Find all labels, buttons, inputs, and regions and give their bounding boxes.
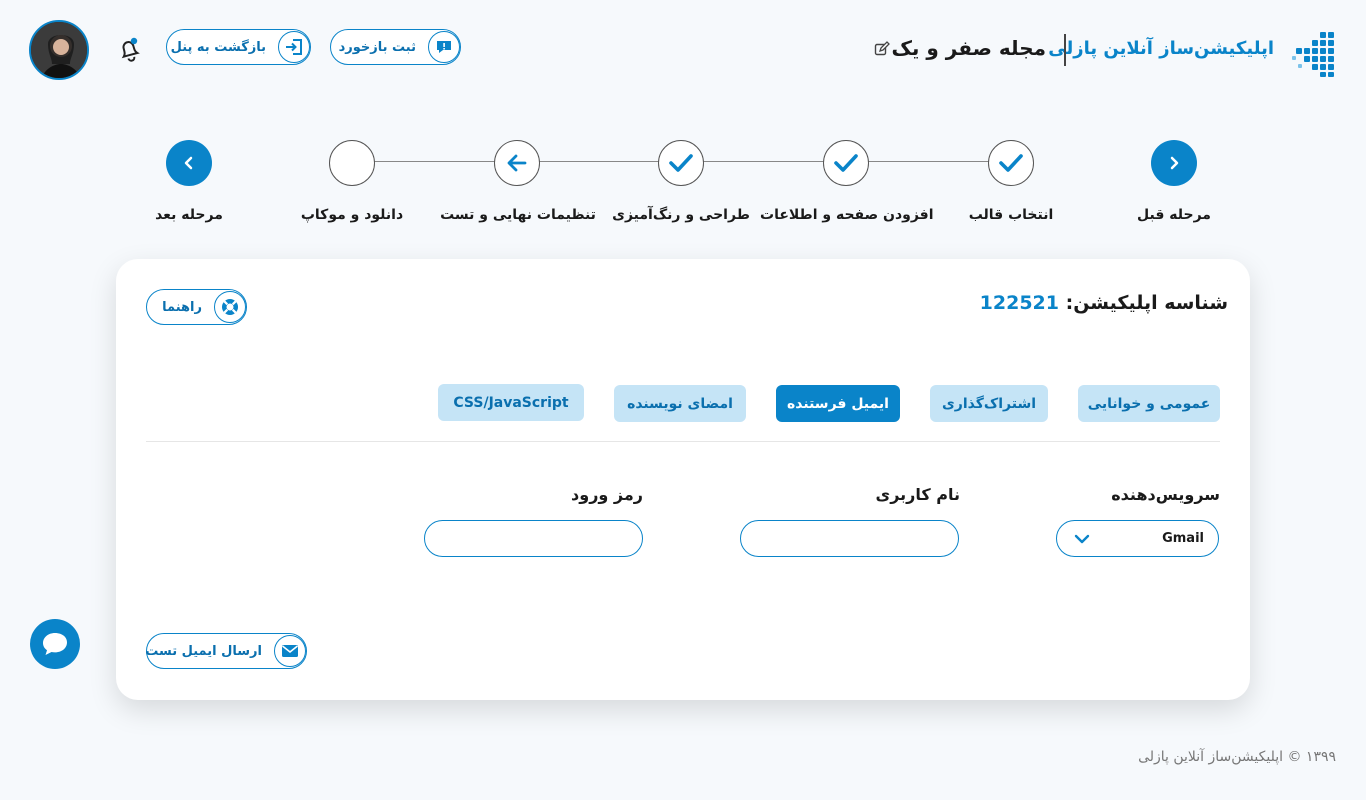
header-divider bbox=[1064, 34, 1066, 66]
chevron-down-icon bbox=[1074, 534, 1090, 543]
next-step-label[interactable]: مرحله بعد bbox=[150, 207, 228, 223]
footer-copyright: ۱۳۹۹ © اپلیکیشن‌ساز آنلاین پازلی bbox=[1138, 749, 1336, 765]
mail-icon bbox=[274, 635, 306, 667]
edit-icon[interactable] bbox=[874, 41, 890, 57]
help-button[interactable]: راهنما bbox=[146, 289, 247, 325]
exit-icon bbox=[278, 31, 310, 63]
avatar[interactable] bbox=[29, 20, 89, 80]
app-id-label: شناسه اپلیکیشن: bbox=[1065, 292, 1228, 314]
step-label-settings: تنظیمات نهایی و تست bbox=[440, 207, 596, 223]
prev-step-button[interactable] bbox=[1151, 140, 1197, 186]
check-icon bbox=[834, 154, 858, 172]
app-id: شناسه اپلیکیشن: 122521 bbox=[980, 292, 1228, 314]
password-field[interactable] bbox=[424, 520, 643, 557]
provider-value: Gmail bbox=[1162, 531, 1204, 546]
step-label-download: دانلود و موکاپ bbox=[300, 207, 404, 223]
step-circle-settings[interactable] bbox=[494, 140, 540, 186]
chat-icon bbox=[43, 633, 67, 655]
provider-select[interactable]: Gmail bbox=[1056, 520, 1219, 557]
tab-author-signature[interactable]: امضای نویسنده bbox=[614, 385, 746, 422]
step-circle-design[interactable] bbox=[658, 140, 704, 186]
project-title: مجله صفر و یک bbox=[891, 36, 1046, 60]
password-label: رمز ورود bbox=[571, 485, 643, 504]
next-step-button[interactable] bbox=[166, 140, 212, 186]
arrow-left-icon bbox=[507, 154, 527, 172]
feedback-button[interactable]: ثبت بازخورد bbox=[330, 29, 461, 65]
feedback-label: ثبت بازخورد bbox=[338, 39, 416, 55]
tab-sharing[interactable]: اشتراک‌گذاری bbox=[930, 385, 1048, 422]
back-to-panel-button[interactable]: بازگشت به پنل bbox=[166, 29, 311, 65]
send-test-email-button[interactable]: ارسال ایمیل تست bbox=[145, 633, 307, 669]
prev-step-label[interactable]: مرحله قبل bbox=[1136, 207, 1212, 223]
tab-css-js[interactable]: CSS/JavaScript bbox=[438, 384, 584, 421]
provider-label: سرویس‌دهنده bbox=[1111, 485, 1220, 504]
bell-icon[interactable] bbox=[116, 36, 142, 62]
lifebuoy-icon bbox=[214, 291, 246, 323]
chevron-left-icon bbox=[184, 156, 193, 170]
send-test-email-label: ارسال ایمیل تست bbox=[145, 643, 262, 659]
brand-name: اپلیکیشن‌ساز آنلاین پازلی bbox=[1048, 38, 1274, 59]
tab-general[interactable]: عمومی و خوانایی bbox=[1078, 385, 1220, 422]
tabs-divider bbox=[146, 441, 1220, 442]
chevron-right-icon bbox=[1170, 156, 1179, 170]
chat-button[interactable] bbox=[30, 619, 80, 669]
check-icon bbox=[999, 154, 1023, 172]
app-id-value: 122521 bbox=[979, 292, 1059, 314]
help-label: راهنما bbox=[162, 299, 202, 315]
step-label-pages: افزودن صفحه و اطلاعات bbox=[760, 207, 934, 223]
step-circle-download[interactable] bbox=[329, 140, 375, 186]
puzzle-logo-icon bbox=[1292, 32, 1334, 77]
step-circle-pages[interactable] bbox=[823, 140, 869, 186]
username-field[interactable] bbox=[740, 520, 959, 557]
tab-sender-email[interactable]: ایمیل فرستنده bbox=[776, 385, 900, 422]
feedback-icon bbox=[428, 31, 460, 63]
check-icon bbox=[669, 154, 693, 172]
step-label-template: انتخاب قالب bbox=[968, 207, 1054, 223]
step-label-design: طراحی و رنگ‌آمیزی bbox=[612, 207, 750, 223]
username-label: نام کاربری bbox=[875, 485, 960, 504]
back-to-panel-label: بازگشت به پنل bbox=[170, 39, 266, 55]
step-circle-template[interactable] bbox=[988, 140, 1034, 186]
